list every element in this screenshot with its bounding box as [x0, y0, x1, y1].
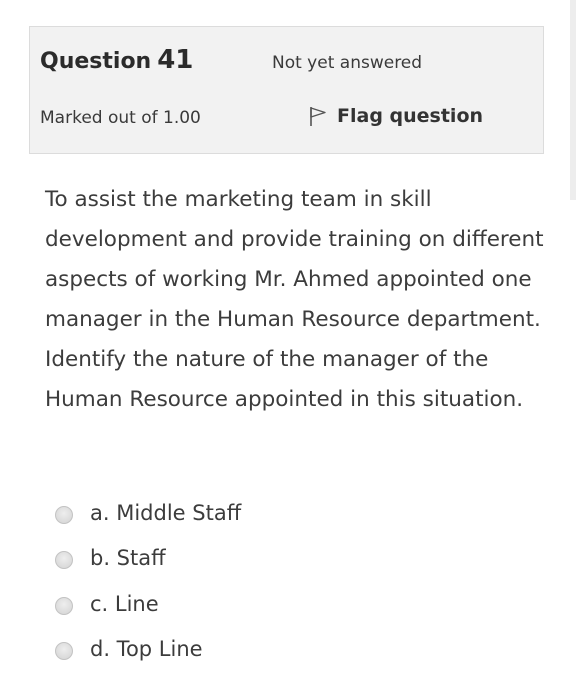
answer-state: Not yet answered	[272, 53, 423, 73]
question-number: Question 41	[40, 45, 193, 75]
answer-options: a. Middle Staff b. Staff c. Line d. Top …	[55, 490, 535, 672]
answer-option-a[interactable]: a. Middle Staff	[55, 490, 535, 536]
flag-question-button[interactable]: Flag question	[308, 104, 483, 128]
answer-option-b[interactable]: b. Staff	[55, 536, 535, 582]
question-number-value: 41	[157, 45, 194, 75]
answer-option-label: a. Middle Staff	[90, 500, 242, 525]
question-info-panel: Question 41 Not yet answered Marked out o…	[29, 26, 544, 154]
flag-question-label: Flag question	[337, 105, 484, 127]
radio-button[interactable]	[55, 596, 73, 615]
flag-icon	[308, 104, 328, 128]
radio-button[interactable]	[55, 551, 73, 570]
radio-button[interactable]	[55, 505, 73, 524]
answer-option-label: d. Top Line	[90, 637, 203, 662]
radio-button[interactable]	[55, 642, 73, 661]
scrollbar[interactable]	[570, 0, 576, 200]
answer-option-d[interactable]: d. Top Line	[55, 627, 535, 673]
answer-option-label: c. Line	[90, 591, 159, 616]
question-label: Question	[40, 49, 152, 74]
answer-option-label: b. Staff	[90, 546, 166, 571]
answer-option-c[interactable]: c. Line	[55, 581, 535, 627]
grade-info: Marked out of 1.00	[40, 108, 201, 128]
question-text: To assist the marketing team in skill de…	[45, 187, 544, 412]
